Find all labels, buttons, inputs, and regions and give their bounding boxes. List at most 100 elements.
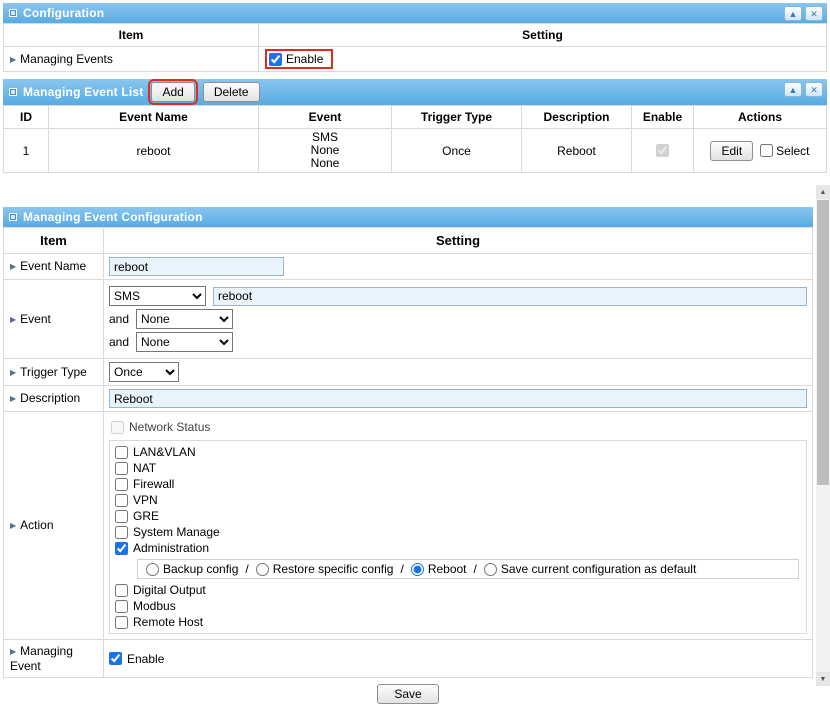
scroll-down-icon[interactable]: ▼ xyxy=(816,672,830,686)
description-row: ▶Description xyxy=(4,386,813,412)
modbus-option[interactable]: Modbus xyxy=(115,598,801,614)
event-item-cell: ▶Event xyxy=(4,280,104,359)
event-config-panel: Managing Event Configuration Item Settin… xyxy=(3,207,813,708)
event-and2-select[interactable]: None xyxy=(136,332,233,352)
scrollbar-thumb[interactable] xyxy=(817,200,829,485)
save-default-option[interactable]: Save current configuration as default xyxy=(484,562,696,576)
system-manage-checkbox[interactable] xyxy=(115,526,128,539)
bullet-arrow-icon: ▶ xyxy=(10,55,16,64)
vertical-scrollbar[interactable]: ▲ ▼ xyxy=(816,185,830,686)
reboot-label: Reboot xyxy=(428,562,467,576)
managing-events-enable-checkbox[interactable] xyxy=(269,53,282,66)
table-row: 1 reboot SMS None None Once Reboot Edit xyxy=(4,129,827,173)
digital-output-checkbox[interactable] xyxy=(115,584,128,597)
gre-checkbox[interactable] xyxy=(115,510,128,523)
separator: / xyxy=(474,562,477,576)
description-setting-cell xyxy=(104,386,813,412)
managing-events-label: Managing Events xyxy=(20,52,113,66)
event-list-header: Managing Event List Add Delete ▲ ✕ xyxy=(3,79,827,105)
cell-id: 1 xyxy=(4,129,49,173)
event-config-title: Managing Event Configuration xyxy=(23,210,203,224)
bullet-arrow-icon: ▶ xyxy=(10,521,16,530)
event-name-input[interactable] xyxy=(109,257,284,276)
managing-event-enable-checkbox[interactable] xyxy=(109,652,122,665)
trigger-type-select[interactable]: Once xyxy=(109,362,179,382)
close-button[interactable]: ✕ xyxy=(805,6,823,21)
event-config-table-header: Item Setting xyxy=(4,228,813,254)
collapse-button[interactable]: ▲ xyxy=(784,82,802,97)
managing-event-setting-cell: Enable xyxy=(104,640,813,678)
network-status-label: Network Status xyxy=(129,419,210,435)
cell-enable xyxy=(632,129,694,173)
window-controls: ▲ ✕ xyxy=(784,82,823,97)
managing-events-setting-cell: Enable xyxy=(259,47,827,72)
gre-option[interactable]: GRE xyxy=(115,508,801,524)
nat-option[interactable]: NAT xyxy=(115,460,801,476)
lan-vlan-option[interactable]: LAN&VLAN xyxy=(115,444,801,460)
trigger-type-row: ▶Trigger Type Once xyxy=(4,359,813,386)
event-line-and-2: and None xyxy=(109,332,807,352)
event-name-label: Event Name xyxy=(20,259,86,273)
col-actions: Actions xyxy=(694,106,827,129)
collapse-button[interactable]: ▲ xyxy=(784,6,802,21)
firewall-checkbox[interactable] xyxy=(115,478,128,491)
lan-vlan-checkbox[interactable] xyxy=(115,446,128,459)
and-label: and xyxy=(109,335,129,349)
event-lines: SMS None None xyxy=(261,131,389,170)
configuration-table: Item Setting ▶ Managing Events Enable xyxy=(3,23,827,72)
backup-config-option[interactable]: Backup config xyxy=(146,562,238,576)
action-setting-cell: Network Status LAN&VLAN NAT xyxy=(104,412,813,640)
nat-label: NAT xyxy=(133,460,156,476)
backup-config-radio[interactable] xyxy=(146,563,159,576)
action-options: Network Status LAN&VLAN NAT xyxy=(109,415,807,636)
digital-output-option[interactable]: Digital Output xyxy=(115,582,801,598)
row-select-checkbox[interactable] xyxy=(760,144,773,157)
separator: / xyxy=(400,562,403,576)
delete-button[interactable]: Delete xyxy=(203,82,260,102)
panel-icon xyxy=(9,9,17,17)
firewall-option[interactable]: Firewall xyxy=(115,476,801,492)
configuration-header: Configuration ▲ ✕ xyxy=(3,3,827,23)
restore-specific-config-radio[interactable] xyxy=(256,563,269,576)
managing-event-enable-option[interactable]: Enable xyxy=(109,651,807,667)
configuration-title: Configuration xyxy=(23,6,104,20)
event-name-row: ▶Event Name xyxy=(4,254,813,280)
managing-event-row: ▶Managing Event Enable xyxy=(4,640,813,678)
event-and1-select[interactable]: None xyxy=(136,309,233,329)
action-label: Action xyxy=(20,518,53,532)
vpn-option[interactable]: VPN xyxy=(115,492,801,508)
remote-host-checkbox[interactable] xyxy=(115,616,128,629)
configuration-table-header: Item Setting xyxy=(4,24,827,47)
edit-button[interactable]: Edit xyxy=(710,141,753,161)
col-trigger-type: Trigger Type xyxy=(392,106,522,129)
scroll-up-icon[interactable]: ▲ xyxy=(816,185,830,199)
reboot-option[interactable]: Reboot xyxy=(411,562,467,576)
event-list-toolbar: Add Delete xyxy=(151,82,259,102)
vpn-checkbox[interactable] xyxy=(115,494,128,507)
restore-specific-config-option[interactable]: Restore specific config xyxy=(256,562,394,576)
cell-event: SMS None None xyxy=(259,129,392,173)
add-button[interactable]: Add xyxy=(151,82,194,102)
bullet-arrow-icon: ▶ xyxy=(10,368,16,377)
reboot-radio[interactable] xyxy=(411,563,424,576)
administration-checkbox[interactable] xyxy=(115,542,128,555)
administration-option[interactable]: Administration xyxy=(115,540,801,556)
digital-output-label: Digital Output xyxy=(133,582,206,598)
col-header-setting: Setting xyxy=(259,24,827,47)
save-default-radio[interactable] xyxy=(484,563,497,576)
nat-checkbox[interactable] xyxy=(115,462,128,475)
system-manage-option[interactable]: System Manage xyxy=(115,524,801,540)
description-input[interactable] xyxy=(109,389,807,408)
close-button[interactable]: ✕ xyxy=(805,82,823,97)
scroll-region: Managing Event Configuration Item Settin… xyxy=(3,207,813,708)
event-value-input[interactable] xyxy=(213,287,807,306)
cell-actions: Edit Select xyxy=(694,129,827,173)
modbus-checkbox[interactable] xyxy=(115,600,128,613)
event-type-select[interactable]: SMS xyxy=(109,286,206,306)
event-line-3: None xyxy=(261,157,389,170)
page: Configuration ▲ ✕ Item Setting ▶Managing… xyxy=(0,0,830,686)
gre-label: GRE xyxy=(133,508,159,524)
remote-host-option[interactable]: Remote Host xyxy=(115,614,801,630)
col-header-setting: Setting xyxy=(104,228,813,254)
save-button[interactable]: Save xyxy=(377,684,438,704)
